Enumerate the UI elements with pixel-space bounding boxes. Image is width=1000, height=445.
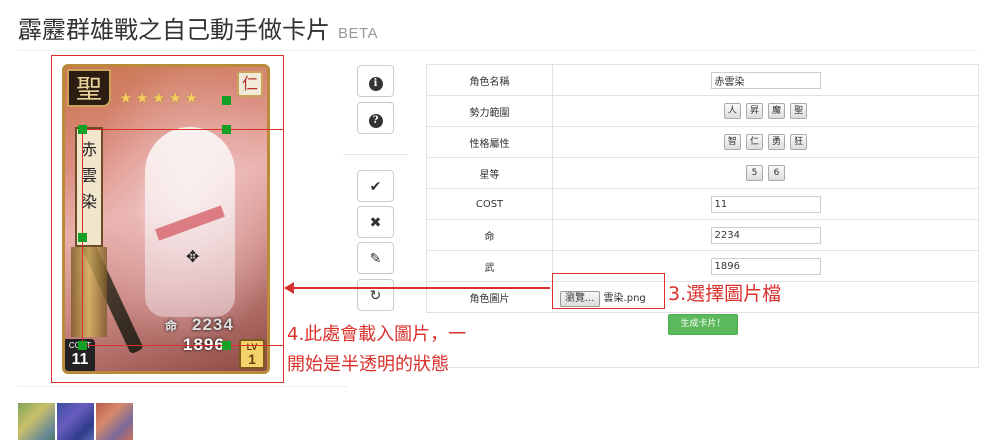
faction-option-holy[interactable]: 聖 — [790, 103, 808, 119]
info-icon: i — [368, 77, 383, 91]
life-label: 命 — [426, 219, 553, 251]
table-row: 性格屬性 智 仁 勇 狂 — [426, 126, 979, 158]
faction-option-human[interactable]: 人 — [723, 103, 741, 119]
info-button[interactable]: i — [357, 65, 394, 97]
card-form-table: 角色名稱 勢力範圍 人 昇 魔 聖 性格屬性 智 仁 勇 狂 星等 5 6 CO… — [426, 64, 979, 313]
resize-handle[interactable] — [78, 233, 87, 242]
rank-stars: ★★★★★ — [119, 90, 202, 107]
table-row: 命 — [426, 219, 979, 251]
reset-button[interactable]: ↻ — [357, 279, 394, 311]
confirm-button[interactable]: ✔ — [357, 170, 394, 202]
background-thumbnail[interactable] — [18, 403, 55, 440]
annotation-arrow-head — [284, 282, 294, 294]
move-cursor-icon: ✥ — [186, 249, 200, 266]
background-thumbnail[interactable] — [96, 403, 133, 440]
card-cost-value: 11 — [71, 351, 89, 368]
crop-guide-top — [82, 129, 284, 130]
name-label: 角色名稱 — [426, 64, 553, 96]
table-row: 勢力範圍 人 昇 魔 聖 — [426, 95, 979, 127]
annotation-step4: 4.此處會載入圖片，一 開始是半透明的狀態 — [287, 320, 466, 380]
generate-card-button[interactable]: 生成卡片！ — [668, 314, 738, 335]
faction-badge: 聖 — [67, 69, 111, 107]
table-row: COST — [426, 188, 979, 220]
trait-option-wisdom[interactable]: 智 — [723, 134, 741, 150]
trait-label: 性格屬性 — [426, 126, 553, 158]
crop-guide-bottom — [82, 345, 284, 346]
attack-label: 武 — [426, 250, 553, 282]
card-frame-rail — [71, 247, 107, 337]
table-bottom-border — [426, 367, 979, 368]
page-title-text: 霹靂群雄戰之自己動手做卡片 — [18, 16, 330, 44]
table-right-border — [978, 305, 979, 368]
card-name-char: 雲 — [80, 166, 97, 185]
name-input[interactable] — [710, 71, 821, 89]
trait-badge: 仁 — [237, 71, 263, 97]
file-picker-highlight — [552, 273, 665, 309]
tool-divider — [343, 154, 408, 155]
resize-handle[interactable] — [222, 341, 231, 350]
table-row: 星等 5 6 — [426, 157, 979, 189]
resize-handle[interactable] — [222, 125, 231, 134]
pencil-icon: ✎ — [369, 250, 382, 266]
resize-handle[interactable] — [78, 125, 87, 134]
trait-option-courage[interactable]: 勇 — [768, 134, 786, 150]
help-button[interactable]: ? — [357, 102, 394, 134]
close-icon: ✖ — [369, 214, 382, 230]
faction-option-ascend[interactable]: 昇 — [745, 103, 763, 119]
table-row: 角色名稱 — [426, 64, 979, 96]
title-divider — [18, 50, 978, 51]
edit-button[interactable]: ✎ — [357, 242, 394, 274]
rank-option-5[interactable]: 5 — [745, 165, 763, 181]
annotation-arrow-line — [292, 287, 550, 289]
check-icon: ✔ — [369, 178, 382, 194]
trait-option-wild[interactable]: 狂 — [790, 134, 808, 150]
resize-handle[interactable] — [222, 96, 231, 105]
cost-input[interactable] — [710, 195, 821, 213]
card-preview[interactable]: 聖 仁 ★★★★★ 赤 雲 染 命2234 1896 COST 11 LV 1 — [62, 64, 270, 374]
refresh-icon: ↻ — [369, 287, 382, 303]
cancel-button[interactable]: ✖ — [357, 206, 394, 238]
attack-input[interactable] — [710, 257, 821, 275]
card-life-label: 命 — [165, 319, 179, 333]
life-input[interactable] — [710, 226, 821, 244]
table-row: 武 — [426, 250, 979, 282]
help-icon: ? — [368, 114, 383, 128]
cost-label: COST — [426, 188, 553, 220]
beta-badge: BETA — [338, 25, 379, 42]
faction-label: 勢力範圍 — [426, 95, 553, 127]
rank-label: 星等 — [426, 157, 553, 189]
resize-handle[interactable] — [78, 341, 87, 350]
annotation-step3: 3.選擇圖片檔 — [668, 283, 782, 305]
faction-option-demon[interactable]: 魔 — [768, 103, 786, 119]
card-name-char: 赤 — [80, 140, 97, 159]
rank-option-6[interactable]: 6 — [768, 165, 786, 181]
page-title: 霹靂群雄戰之自己動手做卡片 BETA — [18, 10, 378, 45]
annotation-step4-line1: 4.此處會載入圖片，一 — [287, 324, 467, 345]
trait-option-benevolence[interactable]: 仁 — [745, 134, 763, 150]
card-level-value: 1 — [248, 351, 256, 367]
background-thumbnail[interactable] — [57, 403, 94, 440]
card-name-scroll: 赤 雲 染 — [75, 127, 103, 247]
card-life-value: 2234 — [192, 315, 234, 334]
card-level-box: LV 1 — [239, 339, 265, 369]
annotation-step4-line2: 開始是半透明的狀態 — [287, 354, 449, 375]
card-name-char: 染 — [80, 192, 97, 211]
thumbnail-divider — [18, 386, 348, 387]
